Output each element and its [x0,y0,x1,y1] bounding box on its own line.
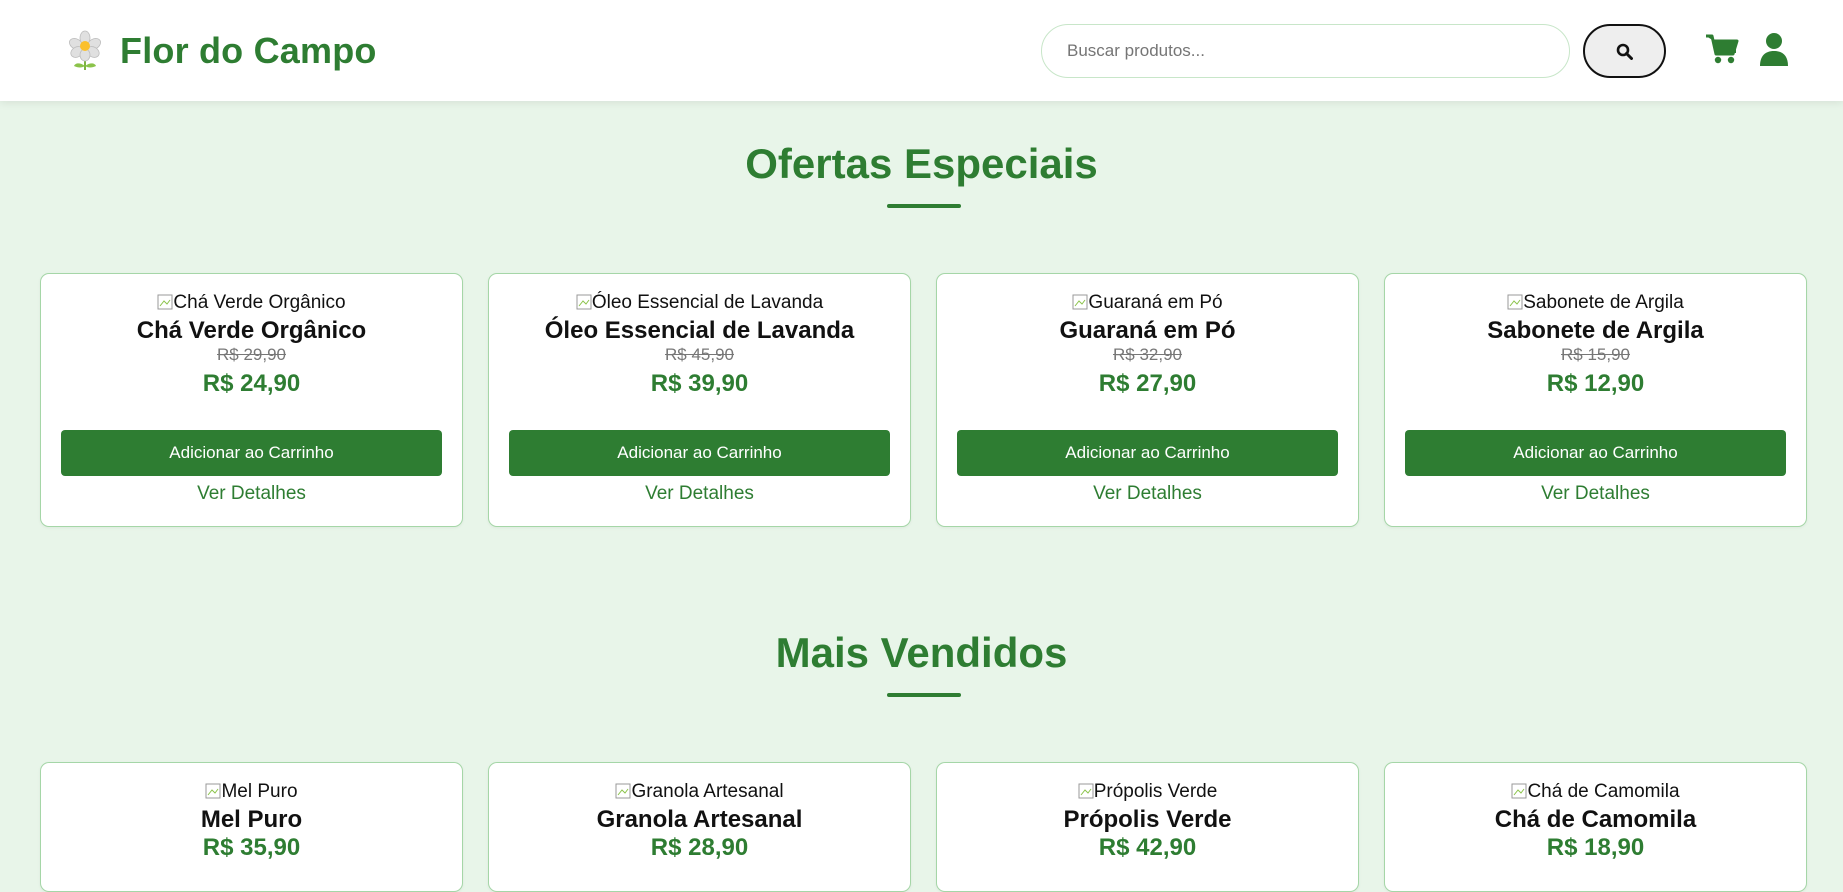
search-icon [1616,43,1633,60]
product-image: Granola Artesanal [489,781,910,803]
product-card: Mel Puro Mel Puro R$ 35,90 [40,762,463,892]
section-title-ofertas: Ofertas Especiais [745,140,1098,187]
product-image: Óleo Essencial de Lavanda [489,292,910,314]
product-image: Guaraná em Pó [937,292,1358,314]
broken-image-icon [576,294,592,310]
product-image: Mel Puro [41,781,462,803]
search-button[interactable] [1583,24,1666,78]
product-card: Granola Artesanal Granola Artesanal R$ 2… [488,762,911,892]
product-image-alt: Óleo Essencial de Lavanda [591,292,824,313]
product-card: Sabonete de Argila Sabonete de Argila R$… [1384,273,1807,527]
product-price: R$ 28,90 [650,834,749,861]
product-price: R$ 24,90 [202,370,301,397]
product-name: Óleo Essencial de Lavanda [544,317,855,344]
broken-image-icon [1072,294,1088,310]
product-old-price: R$ 29,90 [217,345,286,364]
product-old-price: R$ 45,90 [665,345,734,364]
product-card: Própolis Verde Própolis Verde R$ 42,90 [936,762,1359,892]
product-name: Mel Puro [200,806,303,833]
product-image-alt: Mel Puro [221,781,298,802]
broken-image-icon [1511,783,1527,799]
product-name: Chá Verde Orgânico [136,317,367,344]
logo[interactable]: Flor do Campo [68,30,377,72]
product-name: Sabonete de Argila [1487,317,1704,344]
broken-image-icon [1507,294,1523,310]
product-image: Chá de Camomila [1385,781,1806,803]
broken-image-icon [157,294,173,310]
product-price: R$ 27,90 [1098,370,1197,397]
flower-icon [69,30,101,70]
product-price: R$ 39,90 [650,370,749,397]
broken-image-icon [205,783,221,799]
section-title-mais-vendidos: Mais Vendidos [775,629,1068,676]
product-image: Própolis Verde [937,781,1358,803]
product-image-alt: Sabonete de Argila [1523,292,1684,313]
product-name: Própolis Verde [1063,806,1232,833]
product-name: Granola Artesanal [596,806,803,833]
cart-icon[interactable] [1705,33,1739,65]
search-input[interactable] [1041,24,1570,78]
add-to-cart-button[interactable]: Adicionar ao Carrinho [509,430,890,476]
view-details-link[interactable]: Ver Detalhes [489,483,910,505]
product-name: Guaraná em Pó [1059,317,1236,344]
title-underline [887,693,961,697]
product-card: Chá de Camomila Chá de Camomila R$ 18,90 [1384,762,1807,892]
product-image-alt: Própolis Verde [1093,781,1218,802]
product-image: Sabonete de Argila [1385,292,1806,314]
view-details-link[interactable]: Ver Detalhes [41,483,462,505]
add-to-cart-button[interactable]: Adicionar ao Carrinho [957,430,1338,476]
product-name: Chá de Camomila [1494,806,1697,833]
view-details-link[interactable]: Ver Detalhes [1385,483,1806,505]
product-price: R$ 12,90 [1546,370,1645,397]
product-old-price: R$ 32,90 [1113,345,1182,364]
broken-image-icon [615,783,631,799]
store-name: Flor do Campo [120,30,377,71]
add-to-cart-button[interactable]: Adicionar ao Carrinho [1405,430,1786,476]
product-card: Óleo Essencial de Lavanda Óleo Essencial… [488,273,911,527]
product-image-alt: Chá Verde Orgânico [173,292,346,313]
user-icon[interactable] [1760,32,1788,66]
view-details-link[interactable]: Ver Detalhes [937,483,1358,505]
product-price: R$ 35,90 [202,834,301,861]
product-image-alt: Granola Artesanal [631,781,784,802]
add-to-cart-button[interactable]: Adicionar ao Carrinho [61,430,442,476]
product-card: Guaraná em Pó Guaraná em Pó R$ 32,90 R$ … [936,273,1359,527]
product-price: R$ 42,90 [1098,834,1197,861]
product-old-price: R$ 15,90 [1561,345,1630,364]
title-underline [887,204,961,208]
product-image: Chá Verde Orgânico [41,292,462,314]
product-card: Chá Verde Orgânico Chá Verde Orgânico R$… [40,273,463,527]
product-image-alt: Chá de Camomila [1527,781,1680,802]
product-image-alt: Guaraná em Pó [1088,292,1223,313]
product-price: R$ 18,90 [1546,834,1645,861]
site-header: Flor do Campo [0,0,1843,101]
broken-image-icon [1078,783,1094,799]
